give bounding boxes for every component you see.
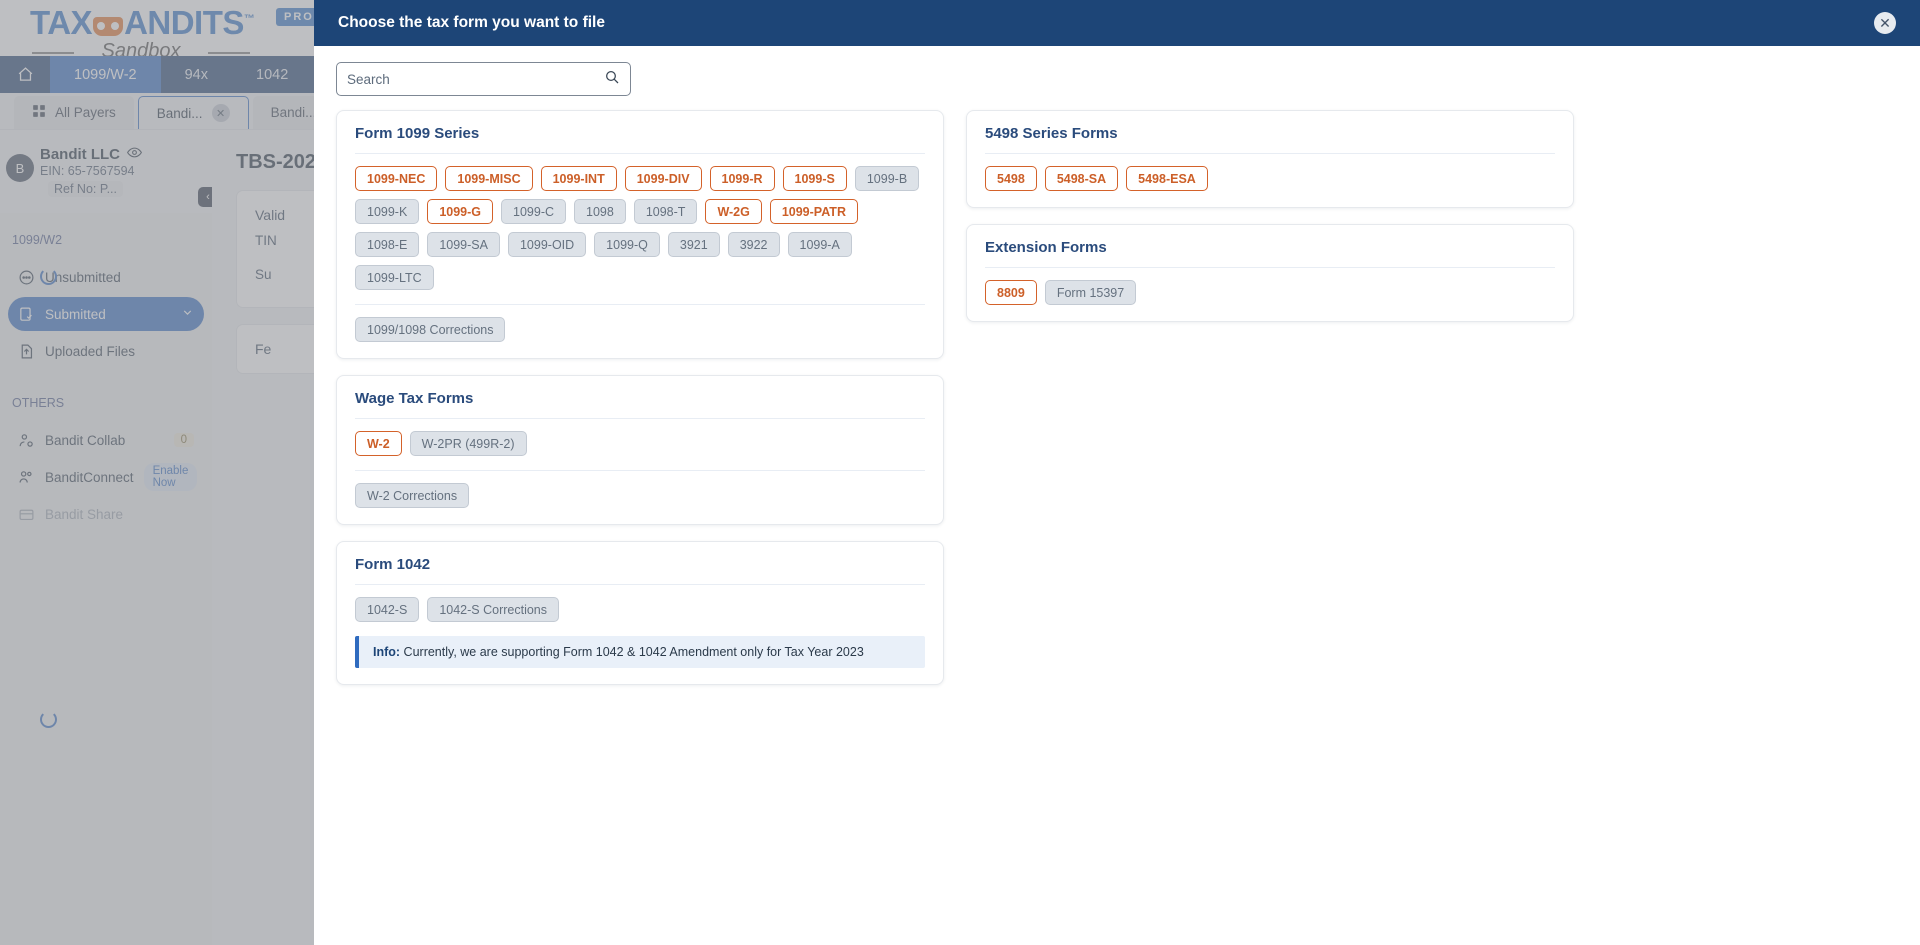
form-sections-layout: Form 1099 Series 1099-NEC 1099-MISC 1099-IN… — [336, 110, 1898, 701]
form-chip-1099-k: 1099-K — [355, 199, 420, 224]
form-chip-1099-b: 1099-B — [854, 166, 920, 191]
search-input[interactable] — [347, 71, 604, 87]
panel-title: Form 1099 Series — [355, 125, 480, 142]
chip-group: 1042-S 1042-S Corrections — [355, 597, 925, 622]
form-chip-1099-q: 1099-Q — [594, 232, 660, 257]
form-chip-form-15397: Form 15397 — [1044, 280, 1137, 305]
left-column: Form 1099 Series 1099-NEC 1099-MISC 1099-IN… — [336, 110, 944, 701]
form-chip-1098-t: 1098-T — [633, 199, 698, 224]
form-chip-1099-c: 1099-C — [501, 199, 567, 224]
form-chip-1099-1098-corrections: 1099/1098 Corrections — [355, 317, 506, 342]
form-chip-8809[interactable]: 8809 — [985, 280, 1037, 305]
form-chip-5498[interactable]: 5498 — [985, 166, 1037, 191]
form-chip-1099-nec[interactable]: 1099-NEC — [355, 166, 438, 191]
divider — [355, 153, 925, 154]
divider — [355, 584, 925, 585]
form-chip-1042-s: 1042-S — [355, 597, 420, 622]
panel-form-1099-series: Form 1099 Series 1099-NEC 1099-MISC 1099-IN… — [336, 110, 944, 359]
info-banner: Info: Currently, we are supporting Form … — [355, 636, 925, 668]
divider — [985, 153, 1555, 154]
info-text: Currently, we are supporting Form 1042 &… — [400, 645, 864, 659]
form-chip-1099-div[interactable]: 1099-DIV — [624, 166, 702, 191]
panel-5498-series-forms: 5498 Series Forms 5498 5498-SA 5498-ESA — [966, 110, 1574, 208]
panel-title: Wage Tax Forms — [355, 390, 474, 407]
form-chip-3922: 3922 — [727, 232, 780, 257]
divider — [355, 470, 925, 471]
form-chip-1099-oid: 1099-OID — [507, 232, 587, 257]
screen: TAXANDITS™ Sandbox PRO 1099/W-2 94x 1042… — [0, 0, 1920, 945]
form-chip-1099-s[interactable]: 1099-S — [782, 166, 847, 191]
panel-title: Form 1042 — [355, 556, 431, 573]
chip-group: 8809 Form 15397 — [985, 280, 1555, 305]
form-chip-1099-misc[interactable]: 1099-MISC — [445, 166, 533, 191]
form-chip-w-2[interactable]: W-2 — [355, 431, 402, 456]
search-icon[interactable] — [604, 69, 620, 90]
form-chip-3921: 3921 — [667, 232, 720, 257]
panel-title: 5498 Series Forms — [985, 125, 1118, 142]
form-chip-w-2pr-499r-2: W-2PR (499R-2) — [409, 431, 527, 456]
chip-group: 5498 5498-SA 5498-ESA — [985, 166, 1555, 191]
form-chip-1099-int[interactable]: 1099-INT — [540, 166, 617, 191]
close-icon[interactable]: ✕ — [1874, 12, 1896, 34]
form-chip-1098: 1098 — [574, 199, 626, 224]
form-chip-1099-sa: 1099-SA — [427, 232, 500, 257]
form-chip-1099-g[interactable]: 1099-G — [427, 199, 494, 224]
modal-title: Choose the tax form you want to file — [338, 14, 605, 31]
form-chip-5498-esa[interactable]: 5498-ESA — [1126, 166, 1208, 191]
divider — [985, 267, 1555, 268]
divider — [355, 418, 925, 419]
form-chip-1098-e: 1098-E — [355, 232, 420, 257]
panel-title: Extension Forms — [985, 239, 1107, 256]
right-column: 5498 Series Forms 5498 5498-SA 5498-ESA Exte… — [966, 110, 1574, 338]
form-chip-5498-sa[interactable]: 5498-SA — [1044, 166, 1119, 191]
panel-extension-forms: Extension Forms 8809 Form 15397 — [966, 224, 1574, 322]
search-box[interactable] — [336, 62, 631, 96]
chip-group: W-2 Corrections — [355, 483, 925, 508]
form-chip-1042-s-corrections: 1042-S Corrections — [427, 597, 560, 622]
form-chip-w-2-corrections: W-2 Corrections — [355, 483, 470, 508]
form-chip-1099-r[interactable]: 1099-R — [709, 166, 775, 191]
form-chip-1099-patr[interactable]: 1099-PATR — [769, 199, 858, 224]
chip-group: W-2 W-2PR (499R-2) — [355, 431, 925, 456]
chip-group: 1099/1098 Corrections — [355, 317, 925, 342]
divider — [355, 304, 925, 305]
form-chip-w-2g[interactable]: W-2G — [705, 199, 762, 224]
form-chip-1099-ltc: 1099-LTC — [355, 265, 434, 290]
modal-header: Choose the tax form you want to file ✕ — [314, 0, 1920, 46]
panel-wage-tax-forms: Wage Tax Forms W-2 W-2PR (499R-2) W-2 Corre… — [336, 375, 944, 525]
choose-tax-form-modal: Choose the tax form you want to file ✕ F… — [314, 0, 1920, 945]
info-prefix: Info: — [373, 645, 401, 659]
modal-body: Form 1099 Series 1099-NEC 1099-MISC 1099-IN… — [314, 46, 1920, 945]
form-chip-1099-a: 1099-A — [787, 232, 852, 257]
panel-form-1042: Form 1042 1042-S 1042-S Corrections Info: C… — [336, 541, 944, 685]
chip-group: 1099-NEC 1099-MISC 1099-INT 1099-DIV 1099-R 1… — [355, 166, 925, 290]
